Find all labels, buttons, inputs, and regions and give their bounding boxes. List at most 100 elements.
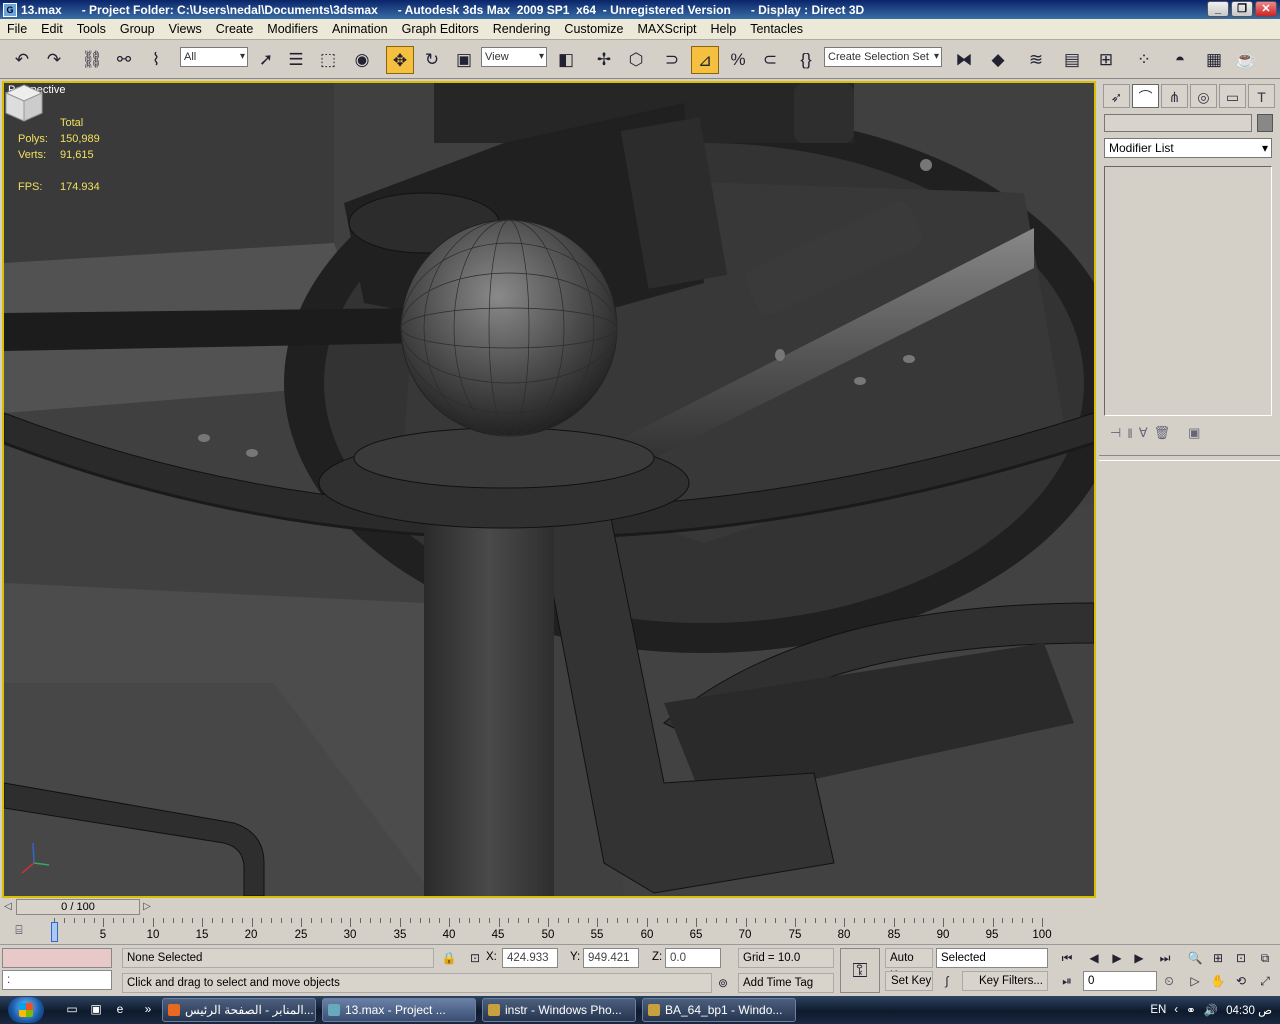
menu-help[interactable]: Help	[704, 22, 744, 36]
key-mode-toggle-icon[interactable]: ⏯	[1056, 971, 1078, 991]
pivot-center-icon[interactable]: ◧	[552, 46, 580, 74]
minimize-button[interactable]: _	[1207, 1, 1229, 17]
maxscript-input[interactable]: :	[2, 970, 112, 990]
network-icon[interactable]: ⚭	[1186, 1003, 1196, 1017]
select-and-scale-icon[interactable]: ▣	[450, 46, 478, 74]
menu-tentacles[interactable]: Tentacles	[743, 22, 810, 36]
add-time-tag-button[interactable]: Add Time Tag	[738, 973, 834, 993]
modifier-list-dropdown[interactable]: Modifier List	[1104, 138, 1272, 158]
layer-manager-icon[interactable]: ≋	[1022, 46, 1050, 74]
create-tab-icon[interactable]: ➶	[1103, 84, 1130, 108]
undo-icon[interactable]: ↶	[8, 46, 36, 74]
maximize-viewport-icon[interactable]: ⤢	[1254, 971, 1276, 991]
taskbar-item-photo-viewer-2[interactable]: BA_64_bp1 - Windo...	[642, 998, 796, 1022]
maximize-button[interactable]: ❐	[1231, 1, 1253, 17]
time-configuration-icon[interactable]: ⏲	[1158, 971, 1180, 991]
quick-render-icon[interactable]: ☕	[1232, 46, 1260, 74]
named-selection-dropdown[interactable]: Create Selection Set	[824, 47, 942, 67]
set-key-button[interactable]: Set Key	[885, 971, 933, 991]
orbit-icon[interactable]: ⟲	[1230, 971, 1252, 991]
motion-tab-icon[interactable]: ◎	[1190, 84, 1217, 108]
track-bar[interactable]: ⌸ 0 5 10 15 20 25 30 35 40 45 50 55 60 6…	[0, 918, 1099, 944]
menu-tools[interactable]: Tools	[70, 22, 113, 36]
select-and-rotate-icon[interactable]: ↻	[418, 46, 446, 74]
zoom-icon[interactable]: 🔍	[1184, 948, 1206, 968]
angle-snap-icon[interactable]: ⊿	[691, 46, 719, 74]
menu-views[interactable]: Views	[162, 22, 209, 36]
key-mode-dropdown[interactable]: Selected	[936, 948, 1048, 968]
app-icon[interactable]: G	[3, 2, 17, 17]
zoom-extents-icon[interactable]: ⊡	[1230, 948, 1252, 968]
next-frame-icon[interactable]: ▶	[1128, 948, 1150, 968]
select-object-icon[interactable]: ➚	[252, 46, 280, 74]
selection-lock-icon[interactable]: 🔒	[438, 948, 460, 968]
quick-launch-overflow-icon[interactable]: »	[140, 1001, 156, 1017]
unlink-icon[interactable]: ⚯	[110, 46, 138, 74]
clock[interactable]: 04:30 ص	[1226, 1003, 1272, 1017]
time-slider-next-icon[interactable]: ▷	[140, 899, 154, 915]
select-and-link-icon[interactable]: ⛓	[78, 46, 106, 74]
mirror-icon[interactable]: ⧓	[950, 46, 978, 74]
absolute-mode-icon[interactable]: ⊡	[464, 948, 486, 968]
taskbar-item-browser[interactable]: المنابر - الصفحة الرئيس...	[162, 998, 316, 1022]
render-setup-icon[interactable]: ◓	[1166, 46, 1194, 74]
menu-rendering[interactable]: Rendering	[486, 22, 558, 36]
modify-tab-icon[interactable]: ⌒	[1132, 84, 1159, 108]
menu-create[interactable]: Create	[209, 22, 261, 36]
remove-modifier-icon[interactable]: 🗑	[1154, 425, 1171, 441]
hierarchy-tab-icon[interactable]: ⋔	[1161, 84, 1188, 108]
menu-edit[interactable]: Edit	[34, 22, 70, 36]
time-tag-icon[interactable]: ⊚	[712, 973, 734, 993]
menu-graph-editors[interactable]: Graph Editors	[395, 22, 486, 36]
viewcube-icon[interactable]	[4, 83, 44, 123]
show-desktop-icon[interactable]: ▭	[64, 1001, 80, 1017]
menu-modifiers[interactable]: Modifiers	[260, 22, 325, 36]
pin-stack-icon[interactable]: ⊣	[1110, 425, 1121, 441]
taskbar-item-3dsmax[interactable]: 13.max - Project ...	[322, 998, 476, 1022]
make-unique-icon[interactable]: ∀	[1139, 425, 1148, 441]
modifier-stack[interactable]	[1104, 166, 1272, 416]
volume-icon[interactable]: 🔊	[1204, 1003, 1218, 1017]
manipulate-icon[interactable]: ✢	[590, 46, 618, 74]
tray-expand-icon[interactable]: ‹	[1174, 1004, 1178, 1016]
y-coordinate-field[interactable]: 949.421	[583, 948, 639, 968]
set-keys-icon[interactable]: ⚿	[840, 948, 880, 993]
menu-animation[interactable]: Animation	[325, 22, 395, 36]
window-crossing-icon[interactable]: ◉	[348, 46, 376, 74]
start-button[interactable]	[8, 997, 44, 1023]
go-to-start-icon[interactable]: ⏮	[1056, 948, 1078, 968]
configure-modifier-sets-icon[interactable]: ▣	[1188, 425, 1200, 441]
snaps-toggle-icon[interactable]: ⊃	[658, 46, 686, 74]
curve-editor-icon[interactable]: ▤	[1058, 46, 1086, 74]
display-tab-icon[interactable]: ▭	[1219, 84, 1246, 108]
perspective-viewport[interactable]: Perspective Total Polys: 150,989 Verts: 91…	[2, 81, 1096, 898]
selection-filter-dropdown[interactable]: All	[180, 47, 248, 67]
open-mini-curve-editor-icon[interactable]: ⌸	[8, 920, 30, 940]
schematic-view-icon[interactable]: ⊞	[1092, 46, 1120, 74]
current-frame-field[interactable]: 0	[1083, 971, 1157, 991]
internet-explorer-icon[interactable]: e	[112, 1001, 128, 1017]
edit-named-selection-icon[interactable]: {}	[792, 46, 820, 74]
pan-view-icon[interactable]: ✋	[1207, 971, 1229, 991]
previous-frame-icon[interactable]: ◀	[1083, 948, 1105, 968]
keyboard-shortcut-override-icon[interactable]: ⬡	[622, 46, 650, 74]
default-in-out-tangents-icon[interactable]: ∫	[936, 971, 958, 991]
x-coordinate-field[interactable]: 424.933	[502, 948, 558, 968]
switch-windows-icon[interactable]: ▣	[88, 1001, 104, 1017]
object-name-field[interactable]	[1104, 114, 1252, 132]
z-coordinate-field[interactable]: 0.0	[665, 948, 721, 968]
zoom-all-icon[interactable]: ⊞	[1207, 948, 1229, 968]
select-by-name-icon[interactable]: ☰	[282, 46, 310, 74]
rendered-frame-window-icon[interactable]: ▦	[1200, 46, 1228, 74]
time-slider[interactable]: 0 / 100	[16, 899, 140, 915]
menu-file[interactable]: File	[0, 22, 34, 36]
current-frame-marker[interactable]	[51, 922, 58, 942]
key-filters-button[interactable]: Key Filters...	[962, 971, 1048, 991]
menu-group[interactable]: Group	[113, 22, 162, 36]
zoom-extents-all-icon[interactable]: ⧉	[1254, 948, 1276, 968]
taskbar-item-photo-viewer-1[interactable]: instr - Windows Pho...	[482, 998, 636, 1022]
reference-coordinate-dropdown[interactable]: View	[481, 47, 547, 67]
language-indicator[interactable]: EN	[1150, 1004, 1166, 1016]
auto-key-button[interactable]: Auto Key	[885, 948, 933, 982]
menu-customize[interactable]: Customize	[557, 22, 630, 36]
